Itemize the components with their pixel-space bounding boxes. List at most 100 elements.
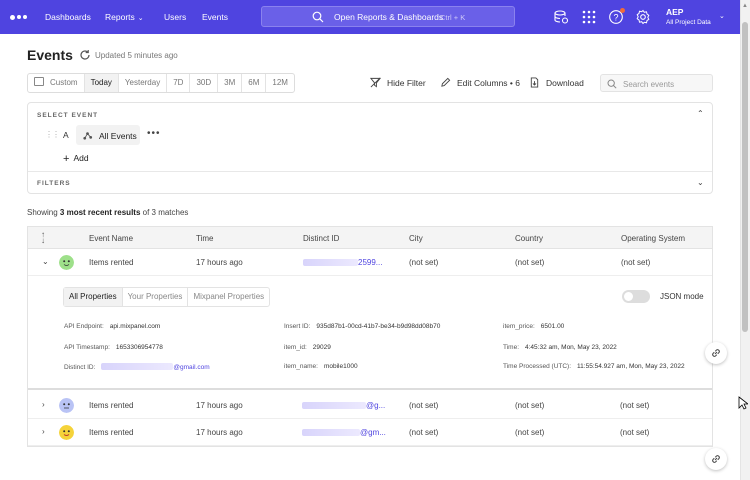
global-search-label: Open Reports & Dashboards (334, 12, 444, 22)
account-project: All Project Data (666, 19, 711, 26)
expand-all-icon[interactable]: ↑ ↓ (41, 231, 45, 245)
cell-distinct-id-suffix: @gm... (360, 428, 386, 437)
results-suffix: of 3 matches (140, 208, 189, 217)
avatar (59, 425, 74, 440)
tab-mixpanel-properties[interactable]: Mixpanel Properties (188, 288, 269, 306)
edit-columns-button[interactable]: Edit Columns • 6 (440, 77, 520, 88)
events-table: ↑ ↓ Event Name Time Distinct ID City Coun… (27, 226, 713, 447)
scroll-up-arrow-icon[interactable]: ▲ (742, 3, 748, 9)
date-option-3m[interactable]: 3M (218, 74, 243, 92)
redacted-text (101, 363, 174, 370)
cell-distinct-id[interactable]: 2599... (303, 258, 382, 267)
hide-filter-label: Hide Filter (387, 78, 426, 88)
tab-your-properties[interactable]: Your Properties (123, 288, 189, 306)
json-mode-label: JSON mode (660, 292, 704, 301)
link-icon (712, 455, 720, 463)
prop-key: item_name: (284, 363, 318, 370)
column-time[interactable]: Time (196, 234, 213, 243)
results-count: 3 most recent results (59, 208, 141, 217)
chevron-right-icon[interactable]: › (42, 400, 45, 409)
event-letter: A (63, 130, 69, 140)
date-option-yesterday[interactable]: Yesterday (119, 74, 168, 92)
table-row[interactable]: › Items rented 17 hours ago @gm... (not … (28, 419, 712, 446)
copy-link-button[interactable] (705, 342, 727, 364)
prop-key: Distinct ID: (64, 364, 96, 371)
chevron-down-icon[interactable]: ⌄ (42, 257, 49, 266)
search-icon (312, 11, 324, 23)
edit-columns-label: Edit Columns • 6 (457, 78, 520, 88)
tab-all-properties[interactable]: All Properties (64, 288, 123, 306)
cell-event-name: Items rented (89, 401, 134, 410)
cell-time: 17 hours ago (196, 258, 243, 267)
column-event-name[interactable]: Event Name (89, 234, 133, 243)
prop-value: 1653306954778 (115, 344, 163, 351)
chevron-up-icon[interactable]: ⌃ (697, 109, 704, 118)
cell-distinct-id[interactable]: @g... (302, 401, 385, 410)
avatar (59, 398, 74, 413)
refresh-icon[interactable] (79, 49, 91, 61)
search-events-input[interactable]: Search events (600, 74, 713, 92)
mouse-cursor-icon (738, 396, 748, 410)
date-range-selector: Custom Today Yesterday 7D 30D 3M 6M 12M (27, 73, 295, 93)
column-operating-system[interactable]: Operating System (621, 234, 685, 243)
prop-time-processed: Time Processed (UTC): 11:55:54.927 am, Mo… (503, 363, 685, 370)
event-selector[interactable]: All Events (76, 125, 140, 145)
settings-icon[interactable] (635, 9, 651, 25)
prop-value[interactable]: @gmail.com (173, 364, 209, 371)
search-shortcut: Ctrl + K (440, 12, 466, 22)
table-row[interactable]: › Items rented 17 hours ago @g... (not s… (28, 392, 712, 419)
apps-grid-icon[interactable] (581, 9, 597, 25)
search-events-placeholder: Search events (623, 79, 675, 89)
plus-icon: + (63, 153, 70, 165)
drag-handle-icon[interactable]: ⋮⋮ (45, 130, 60, 139)
json-mode-toggle[interactable] (622, 290, 650, 303)
prop-value: mobile1000 (323, 363, 358, 370)
chevron-right-icon[interactable]: › (42, 427, 45, 436)
date-option-label: Custom (50, 78, 78, 87)
top-nav: Dashboards Reports ⌄ Users Events Open Re… (0, 0, 740, 34)
filters-title: FILTERS (37, 180, 71, 187)
results-prefix: Showing (27, 208, 60, 217)
prop-key: item_id: (284, 344, 307, 351)
global-search[interactable]: Open Reports & Dashboards Ctrl + K (261, 6, 515, 27)
panel-divider (28, 171, 712, 172)
prop-key: Time: (503, 344, 520, 351)
cell-distinct-id[interactable]: @gm... (302, 428, 386, 437)
database-icon[interactable] (553, 9, 569, 25)
account-switcher[interactable]: AEP All Project Data (666, 7, 711, 26)
column-country[interactable]: Country (515, 234, 543, 243)
help-icon[interactable]: ? (608, 8, 625, 25)
nav-events[interactable]: Events (202, 12, 228, 22)
event-selector-label: All Events (99, 130, 137, 141)
date-option-30d[interactable]: 30D (190, 74, 219, 92)
date-option-today[interactable]: Today (84, 74, 119, 92)
nav-reports-label: Reports (105, 12, 135, 22)
prop-key: API Endpoint: (64, 323, 104, 330)
date-option-6m[interactable]: 6M (242, 74, 267, 92)
date-option-custom[interactable]: Custom (28, 74, 85, 92)
prop-item-price: item_price: 6501.00 (503, 323, 564, 330)
add-event-button[interactable]: + Add (63, 153, 89, 165)
chevron-down-icon[interactable]: ⌄ (697, 178, 704, 187)
updated-label: Updated 5 minutes ago (95, 51, 178, 60)
copy-link-button[interactable] (705, 448, 727, 470)
download-icon (530, 77, 539, 88)
more-options-icon[interactable]: ••• (147, 128, 161, 139)
prop-time: Time: 4:45:32 am, Mon, May 23, 2022 (503, 344, 617, 351)
mixpanel-logo[interactable] (10, 14, 30, 20)
date-option-12m[interactable]: 12M (266, 74, 294, 92)
column-city[interactable]: City (409, 234, 423, 243)
download-button[interactable]: Download (529, 77, 584, 88)
date-option-7d[interactable]: 7D (167, 74, 191, 92)
cell-country: (not set) (515, 428, 545, 437)
hide-filter-button[interactable]: Hide Filter (369, 77, 426, 88)
cell-time: 17 hours ago (196, 401, 243, 410)
chevron-down-icon[interactable]: ⌄ (719, 12, 725, 20)
nav-users[interactable]: Users (164, 12, 186, 22)
nav-reports[interactable]: Reports ⌄ (105, 12, 144, 22)
table-row[interactable]: ⌄ Items rented 17 hours ago 2599... (not… (28, 249, 712, 276)
nav-dashboards[interactable]: Dashboards (45, 12, 91, 22)
scrollbar-thumb[interactable] (742, 22, 748, 332)
cell-city: (not set) (409, 258, 439, 267)
column-distinct-id[interactable]: Distinct ID (303, 234, 339, 243)
